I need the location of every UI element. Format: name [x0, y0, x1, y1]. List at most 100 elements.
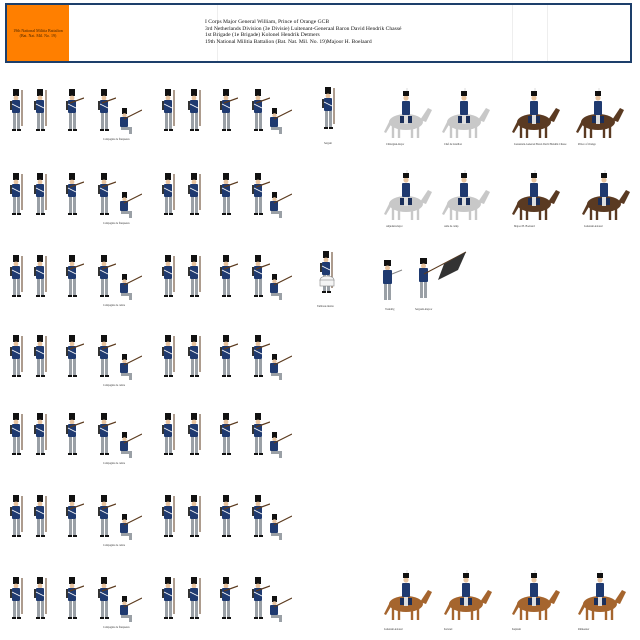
divider: [547, 5, 548, 61]
soldier-figure: [10, 89, 23, 131]
soldier-figure: [10, 173, 23, 215]
company-caption: Compagnie de centre: [103, 544, 126, 547]
soldier-figure: [188, 89, 201, 131]
mounted-officer-figure: [384, 88, 432, 138]
soldier-figure: [34, 89, 47, 131]
soldier-figure: [188, 335, 201, 377]
soldier-figure: [188, 413, 201, 455]
cavalry-caption: Luitenant-kolonel: [584, 225, 603, 228]
cavalry-caption: Lieutenant-Generaal Baron David Hendrik …: [514, 143, 567, 146]
unit-box-label: 19th National Militia Battalion (Bat. Na…: [13, 28, 63, 38]
soldier-figure: [252, 577, 270, 619]
cavalry-caption: Luitenant-kolonel: [384, 628, 403, 631]
mounted-officer-figure: [512, 570, 560, 620]
soldier-figure: [188, 173, 201, 215]
soldier-figure: [66, 89, 84, 131]
soldier-figure: [188, 577, 201, 619]
soldier-figure: [66, 577, 84, 619]
soldier-figure: [34, 255, 47, 297]
soldier-figure: [162, 413, 175, 455]
soldier-figure: [98, 577, 116, 619]
cavalry-caption: Kolonel: [444, 628, 453, 631]
soldier-figure: [10, 255, 23, 297]
soldier-figure: [10, 413, 23, 455]
cavalry-caption: Prince of Orange: [578, 143, 596, 146]
soldier-figure: [66, 413, 84, 455]
mounted-officer-figure: [384, 170, 432, 220]
header-text: I Corps Major General William, Prince of…: [205, 19, 402, 45]
soldier-figure: [252, 335, 270, 377]
ensign-with-flag-figure: [419, 251, 467, 298]
soldier-figure: [162, 255, 175, 297]
mounted-officer-figure: [442, 170, 490, 220]
kneeling-soldier-figure: [270, 192, 292, 218]
soldier-figure: [220, 173, 238, 215]
kneeling-soldier-figure: [120, 108, 142, 134]
kneeling-soldier-figure: [120, 432, 142, 458]
soldier-figure: [220, 335, 238, 377]
cavalry-caption: Ritmeester: [578, 628, 590, 631]
kneeling-soldier-figure: [270, 432, 292, 458]
mounted-officer-figure: [576, 88, 624, 138]
soldier-figure: [188, 255, 201, 297]
battalion-line: 19th National Militia Battalion (Bat. Na…: [205, 38, 372, 45]
soldier-figure: [220, 495, 238, 537]
mounted-officer-figure: [582, 170, 630, 220]
soldier-figure: [34, 335, 47, 377]
kneeling-soldier-figure: [270, 274, 292, 300]
kneeling-soldier-figure: [120, 354, 142, 380]
soldier-figure: [220, 255, 238, 297]
kneeling-soldier-figure: [270, 514, 292, 540]
corps-line: I Corps Major General William, Prince of…: [205, 19, 330, 25]
drummer-figure: [319, 251, 335, 293]
soldier-figure: [66, 173, 84, 215]
mounted-officer-figure: [578, 570, 626, 620]
kneeling-soldier-figure: [120, 274, 142, 300]
header-panel: 19th National Militia Battalion (Bat. Na…: [5, 3, 632, 63]
soldier-figure: [10, 495, 23, 537]
officer-caption: Sergeant-majoor: [415, 308, 433, 311]
soldier-figure: [188, 495, 201, 537]
soldier-figure: [252, 495, 270, 537]
soldier-figure: [252, 89, 270, 131]
kneeling-soldier-figure: [120, 514, 142, 540]
soldier-figure: [220, 413, 238, 455]
brigade-line: 1st Brigade (1e Brigade) Kolonel Hendrik…: [205, 32, 320, 39]
unit-color-box: 19th National Militia Battalion (Bat. Na…: [7, 5, 69, 61]
mounted-officer-figure: [444, 570, 492, 620]
cavalry-caption: Chef de bataillon: [444, 143, 462, 146]
mounted-officer-figure: [512, 170, 560, 220]
kneeling-soldier-figure: [270, 596, 292, 622]
cavalry-caption: Majoor H. Boelaard: [514, 225, 535, 228]
soldier-figure: [162, 173, 175, 215]
soldier-figure: [162, 577, 175, 619]
divider: [512, 5, 513, 61]
cavalry-caption: Chirurgien-major: [386, 143, 405, 146]
soldier-figure: [252, 255, 270, 297]
soldier-figure: [66, 335, 84, 377]
soldier-figure: [322, 87, 335, 129]
company-caption: Compagnie de centre: [103, 304, 126, 307]
soldier-figure: [34, 413, 47, 455]
mounted-officer-figure: [442, 88, 490, 138]
mounted-officer-figure: [384, 570, 432, 620]
sergeant-caption: Sergent: [324, 142, 332, 145]
soldier-figure: [66, 255, 84, 297]
drummer-caption: Tambour-maitre: [317, 305, 334, 308]
cavalry-caption: Adjudant-major: [386, 225, 403, 228]
soldier-figure: [34, 495, 47, 537]
company-caption: Compagnie de centre: [103, 384, 126, 387]
soldier-figure: [98, 413, 116, 455]
kneeling-soldier-figure: [270, 354, 292, 380]
soldier-figure: [220, 89, 238, 131]
soldier-figure: [98, 89, 116, 131]
cavalry-caption: Kapitein: [512, 628, 521, 631]
company-caption: Compagnie de flanqueurs: [103, 222, 130, 225]
officer-caption: Vaandrig: [385, 308, 395, 311]
soldier-figure: [98, 255, 116, 297]
soldier-figure: [10, 577, 23, 619]
soldier-figure: [10, 335, 23, 377]
soldier-figure: [162, 495, 175, 537]
soldier-figure: [162, 335, 175, 377]
kneeling-soldier-figure: [120, 596, 142, 622]
